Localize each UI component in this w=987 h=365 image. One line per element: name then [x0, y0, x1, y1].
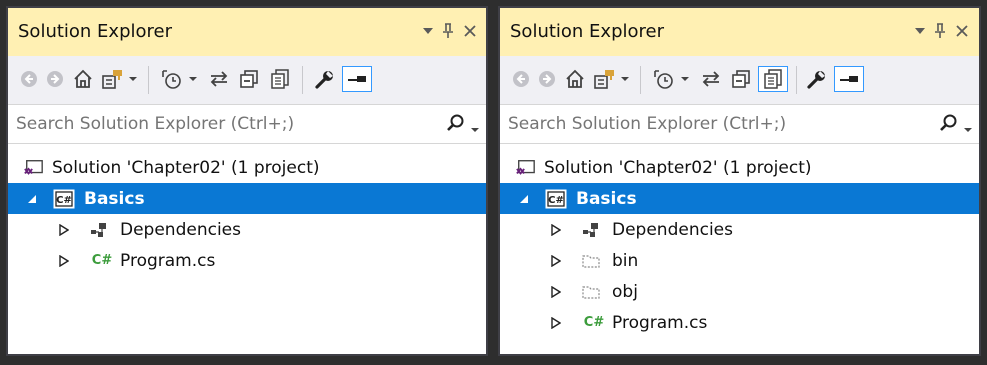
back-icon[interactable] — [18, 66, 40, 92]
csharp-project-icon: C# — [544, 189, 568, 209]
panel-title-bar[interactable]: Solution Explorer — [500, 8, 979, 57]
toolbar-separator — [148, 66, 149, 94]
pin-icon[interactable] — [438, 20, 458, 42]
tree-item-obj[interactable]: obj — [500, 276, 979, 307]
tree-item-program-cs[interactable]: C# Program.cs — [8, 245, 486, 276]
filter-dropdown-icon[interactable] — [678, 66, 692, 92]
solution-tree: Solution 'Chapter02' (1 project) C# Basi… — [8, 144, 486, 354]
search-input[interactable] — [508, 114, 908, 134]
home-icon[interactable] — [70, 66, 96, 92]
collapsed-arrow-icon[interactable] — [550, 316, 562, 330]
window-position-dropdown-icon[interactable] — [418, 20, 438, 42]
tree-item-project-basics[interactable]: C# Basics — [500, 183, 979, 214]
window-position-dropdown-icon[interactable] — [910, 20, 930, 42]
tree-item-dependencies[interactable]: Dependencies — [500, 214, 979, 245]
search-icon[interactable] — [446, 113, 466, 137]
panel-title: Solution Explorer — [510, 21, 664, 42]
toolbar — [500, 56, 979, 104]
collapsed-arrow-icon[interactable] — [550, 285, 562, 299]
close-icon[interactable] — [460, 20, 480, 42]
search-options-dropdown-icon[interactable] — [963, 119, 973, 138]
toolbar-separator — [796, 66, 797, 94]
show-all-files-icon[interactable] — [266, 66, 294, 92]
csharp-project-icon: C# — [52, 189, 76, 209]
tree-item-solution[interactable]: Solution 'Chapter02' (1 project) — [8, 152, 486, 183]
tree-item-label: Dependencies — [612, 219, 733, 240]
collapsed-arrow-icon[interactable] — [550, 254, 562, 268]
dependencies-icon — [580, 221, 602, 239]
tree-item-label: bin — [612, 250, 639, 271]
tree-item-label: Program.cs — [120, 250, 216, 271]
tree-item-label: Basics — [576, 188, 637, 209]
tree-item-label: obj — [612, 281, 638, 302]
visual-studio-solution-icon — [24, 158, 44, 178]
toolbar — [8, 56, 486, 104]
tree-item-label: Basics — [84, 188, 145, 209]
search-bar — [8, 104, 486, 144]
search-bar — [500, 104, 979, 144]
tree-item-bin[interactable]: bin — [500, 245, 979, 276]
switch-views-dropdown-icon[interactable] — [618, 66, 632, 92]
tree-item-dependencies[interactable]: Dependencies — [8, 214, 486, 245]
tree-item-label: Dependencies — [120, 219, 241, 240]
properties-wrench-icon[interactable] — [804, 66, 830, 92]
switch-views-icon[interactable] — [100, 66, 126, 92]
solution-tree: Solution 'Chapter02' (1 project) C# Basi… — [500, 144, 979, 354]
dependencies-icon — [88, 221, 110, 239]
tree-item-label: Solution 'Chapter02' (1 project) — [544, 157, 812, 178]
back-icon[interactable] — [510, 66, 532, 92]
collapsed-arrow-icon[interactable] — [58, 254, 70, 268]
sync-with-active-document-icon[interactable] — [698, 66, 724, 92]
preview-selected-items-icon[interactable] — [834, 66, 864, 92]
visual-studio-solution-icon — [516, 158, 536, 178]
pending-changes-filter-icon[interactable] — [158, 66, 184, 92]
tree-item-solution[interactable]: Solution 'Chapter02' (1 project) — [500, 152, 979, 183]
filter-dropdown-icon[interactable] — [186, 66, 200, 92]
csharp-badge-text: C# — [548, 195, 564, 206]
panel-title-bar[interactable]: Solution Explorer — [8, 8, 486, 57]
search-input[interactable] — [16, 114, 416, 134]
collapse-all-icon[interactable] — [728, 66, 754, 92]
tree-item-project-basics[interactable]: C# Basics — [8, 183, 486, 214]
solution-explorer-panel-left: Solution Explorer Search Solution Explor… — [6, 6, 488, 356]
search-icon[interactable] — [939, 113, 959, 137]
forward-icon[interactable] — [536, 66, 558, 92]
forward-icon[interactable] — [44, 66, 66, 92]
pin-icon[interactable] — [930, 20, 950, 42]
properties-wrench-icon[interactable] — [312, 66, 338, 92]
csharp-file-icon: C# — [583, 315, 605, 330]
collapse-all-icon[interactable] — [236, 66, 262, 92]
toolbar-separator — [302, 66, 303, 94]
pending-changes-filter-icon[interactable] — [650, 66, 676, 92]
tree-item-label: Program.cs — [612, 312, 708, 333]
close-icon[interactable] — [952, 20, 972, 42]
csharp-file-icon: C# — [91, 253, 113, 268]
hidden-folder-icon — [580, 284, 602, 300]
collapsed-arrow-icon[interactable] — [550, 223, 562, 237]
switch-views-icon[interactable] — [592, 66, 618, 92]
tree-item-label: Solution 'Chapter02' (1 project) — [52, 157, 320, 178]
expanded-arrow-icon[interactable] — [518, 192, 530, 206]
preview-selected-items-icon[interactable] — [342, 66, 372, 92]
switch-views-dropdown-icon[interactable] — [126, 66, 140, 92]
solution-explorer-panel-right: Solution Explorer Search Solution Explor… — [498, 6, 981, 356]
show-all-files-icon[interactable] — [758, 66, 788, 92]
csharp-badge-text: C# — [56, 195, 72, 206]
toolbar-separator — [640, 66, 641, 94]
sync-with-active-document-icon[interactable] — [206, 66, 232, 92]
search-options-dropdown-icon[interactable] — [470, 119, 480, 138]
hidden-folder-icon — [580, 253, 602, 269]
collapsed-arrow-icon[interactable] — [58, 223, 70, 237]
expanded-arrow-icon[interactable] — [26, 192, 38, 206]
panel-title: Solution Explorer — [18, 21, 172, 42]
home-icon[interactable] — [562, 66, 588, 92]
tree-item-program-cs[interactable]: C# Program.cs — [500, 307, 979, 338]
